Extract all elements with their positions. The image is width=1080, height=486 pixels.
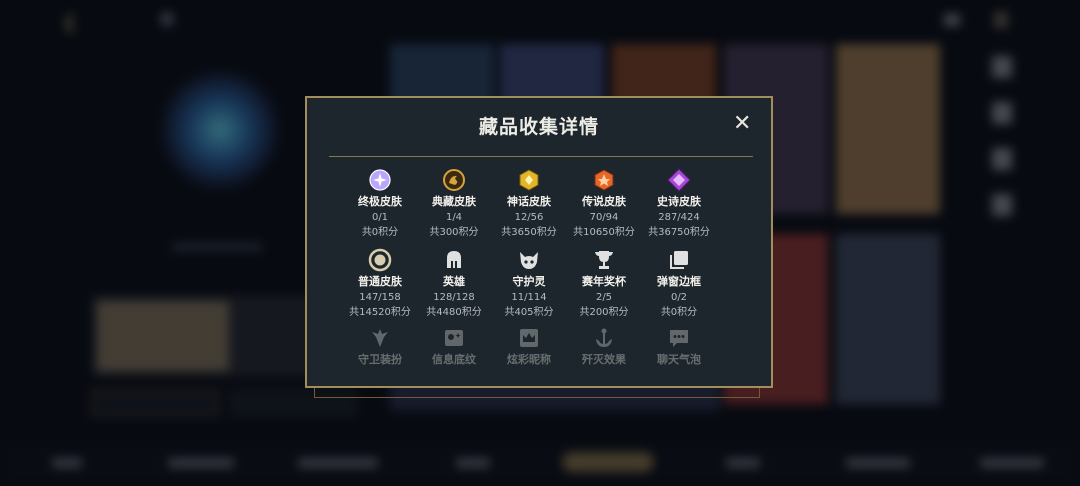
legendary-skin-icon — [592, 168, 616, 192]
ultimate-skin-icon — [368, 168, 392, 192]
collection-item-count: 287/424 — [658, 212, 700, 223]
ward-skin-icon — [368, 326, 392, 350]
collection-item[interactable]: 聊天气泡 — [632, 326, 726, 368]
screen: ❮ — [0, 0, 1080, 486]
collection-item-label: 聊天气泡 — [657, 353, 701, 366]
banner-icon — [442, 326, 466, 350]
chat-bubble-icon — [667, 326, 691, 350]
standard-skin-icon — [368, 248, 392, 272]
collection-item-points: 共36750积分 — [648, 227, 710, 238]
collection-item[interactable]: 史诗皮肤 287/424 共36750积分 — [632, 168, 726, 240]
frame-icon — [667, 248, 691, 272]
champion-helmet-icon — [442, 248, 466, 272]
collection-item-points: 共0积分 — [660, 307, 698, 318]
collection-details-modal: 藏品收集详情 ✕ 终极皮肤 0/1 共0积分 典藏皮肤 1/4 共300积分 神话皮肤 12/… — [305, 96, 773, 388]
collection-item-label: 弹窗边框 — [657, 275, 701, 288]
trophy-icon — [592, 248, 616, 272]
title-divider — [329, 156, 753, 157]
little-legend-icon — [517, 248, 541, 272]
collection-item-label: 史诗皮肤 — [657, 195, 701, 208]
collection-item-count: 0/2 — [670, 292, 688, 303]
collection-item[interactable]: 弹窗边框 0/2 共0积分 — [632, 248, 726, 320]
finisher-icon — [592, 326, 616, 350]
prestige-skin-icon — [442, 168, 466, 192]
epic-skin-icon — [667, 168, 691, 192]
close-icon[interactable]: ✕ — [733, 112, 751, 136]
mythic-skin-icon — [517, 168, 541, 192]
modal-title: 藏品收集详情 — [478, 116, 599, 138]
title-crown-icon — [517, 326, 541, 350]
